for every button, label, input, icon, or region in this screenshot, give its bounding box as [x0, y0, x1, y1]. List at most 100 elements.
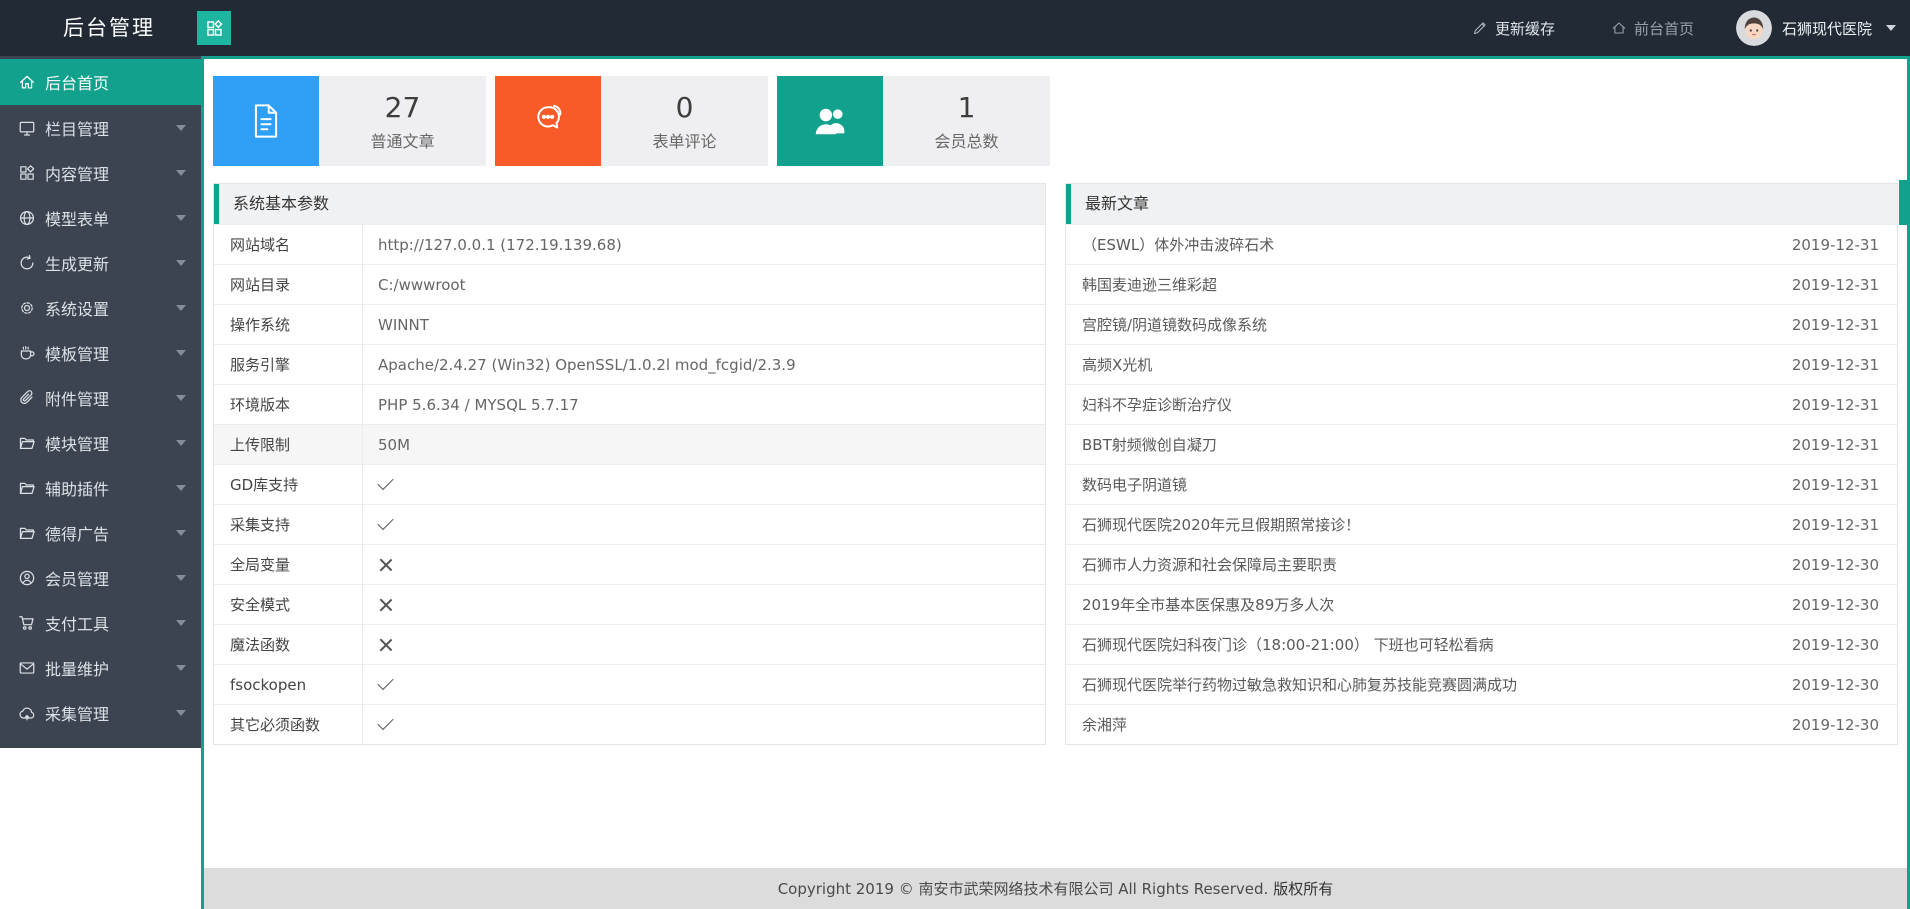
stat-card: 1会员总数	[777, 76, 1050, 166]
chevron-down-icon	[176, 440, 186, 446]
system-param-row: 服务引擎Apache/2.4.27 (Win32) OpenSSL/1.0.2l…	[214, 344, 1045, 384]
sidebar-item-label: 后台首页	[45, 70, 109, 94]
panels-row: 系统基本参数 网站域名http://127.0.0.1 (172.19.139.…	[213, 183, 1898, 745]
article-row[interactable]: （ESWL）体外冲击波碎石术 2019-12-31	[1066, 224, 1897, 264]
param-value	[363, 465, 1045, 504]
article-row[interactable]: 石狮现代医院2020年元旦假期照常接诊！2019-12-31	[1066, 504, 1897, 544]
sidebar-item-member[interactable]: 会员管理	[0, 555, 201, 600]
article-title: （ESWL）体外冲击波碎石术	[1082, 234, 1274, 255]
sidebar-item-label: 内容管理	[45, 161, 109, 185]
update-cache-label: 更新缓存	[1495, 18, 1555, 39]
article-date: 2019-12-30	[1792, 556, 1879, 574]
system-param-row: 其它必须函数	[214, 704, 1045, 744]
param-value	[363, 505, 1045, 544]
param-label: fsockopen	[214, 665, 363, 704]
param-label: GD库支持	[214, 465, 363, 504]
copyright-text: Copyright 2019 © 南安市武荣网络技术有限公司 All Right…	[778, 878, 1269, 899]
param-value: 50M	[363, 425, 1045, 464]
sidebar-item-label: 模块管理	[45, 431, 109, 455]
sidebar-item-module[interactable]: 模块管理	[0, 420, 201, 465]
sidebar-item-label: 德得广告	[45, 521, 109, 545]
article-date: 2019-12-31	[1792, 356, 1879, 374]
article-date: 2019-12-30	[1792, 716, 1879, 734]
chevron-down-icon	[1886, 25, 1896, 31]
sidebar-item-ad[interactable]: 德得广告	[0, 510, 201, 555]
rights-link[interactable]: 版权所有	[1273, 878, 1333, 899]
avatar	[1736, 10, 1772, 46]
users-icon	[777, 76, 883, 166]
param-value: C:/wwwroot	[363, 265, 1045, 304]
system-params-panel: 系统基本参数 网站域名http://127.0.0.1 (172.19.139.…	[213, 183, 1046, 745]
article-row[interactable]: 石狮市人力资源和社会保障局主要职责 2019-12-30	[1066, 544, 1897, 584]
sidebar-item-label: 栏目管理	[45, 116, 109, 140]
stat-cards-row: 27普通文章0表单评论1会员总数	[213, 76, 1907, 166]
article-title: 石狮现代医院2020年元旦假期照常接诊！	[1082, 514, 1360, 535]
sidebar-item-plugin[interactable]: 辅助插件	[0, 465, 201, 510]
system-param-row: 操作系统WINNT	[214, 304, 1045, 344]
sidebar-item-payment[interactable]: 支付工具	[0, 600, 201, 645]
check-icon	[377, 674, 393, 690]
cloud-icon	[18, 704, 36, 722]
chevron-down-icon	[176, 260, 186, 266]
system-param-row: 安全模式	[214, 584, 1045, 624]
top-header: 后台管理 更新缓存 前台首页	[0, 0, 1910, 56]
sidebar-item-batch[interactable]: 批量维护	[0, 645, 201, 690]
chevron-down-icon	[176, 170, 186, 176]
sidebar-item-column[interactable]: 栏目管理	[0, 105, 201, 150]
app-title: 后台管理	[63, 0, 155, 56]
article-row[interactable]: 妇科不孕症诊断治疗仪2019-12-31	[1066, 384, 1897, 424]
scrollbar-thumb[interactable]	[1899, 180, 1907, 225]
chevron-down-icon	[176, 710, 186, 716]
system-param-row: fsockopen	[214, 664, 1045, 704]
sidebar-item-generate[interactable]: 生成更新	[0, 240, 201, 285]
front-home-button[interactable]: 前台首页	[1611, 18, 1694, 39]
param-value	[363, 545, 1045, 584]
param-label: 操作系统	[214, 305, 363, 344]
param-label: 服务引擎	[214, 345, 363, 384]
article-row[interactable]: BBT射频微创自凝刀2019-12-31	[1066, 424, 1897, 464]
article-row[interactable]: 韩国麦迪逊三维彩超2019-12-31	[1066, 264, 1897, 304]
sidebar-item-template[interactable]: 模板管理	[0, 330, 201, 375]
article-row[interactable]: 2019年全市基本医保惠及89万多人次2019-12-30	[1066, 584, 1897, 624]
article-title: 石狮市人力资源和社会保障局主要职责	[1082, 554, 1337, 575]
system-param-row: 上传限制50M	[214, 424, 1045, 464]
sidebar-toggle-button[interactable]	[197, 11, 231, 45]
update-cache-button[interactable]: 更新缓存	[1472, 18, 1555, 39]
stat-label: 普通文章	[370, 128, 434, 152]
sidebar-item-label: 辅助插件	[45, 476, 109, 500]
article-row[interactable]: 石狮现代医院妇科夜门诊（18:00-21:00） 下班也可轻松看病2019-12…	[1066, 624, 1897, 664]
sidebar-item-content[interactable]: 内容管理	[0, 150, 201, 195]
article-title: BBT射频微创自凝刀	[1082, 434, 1217, 455]
article-date: 2019-12-31	[1792, 476, 1879, 494]
article-row[interactable]: 高频X光机2019-12-31	[1066, 344, 1897, 384]
article-row[interactable]: 石狮现代医院举行药物过敏急救知识和心肺复苏技能竞赛圆满成功 2019-12-30	[1066, 664, 1897, 704]
article-row[interactable]: 余湘萍2019-12-30	[1066, 704, 1897, 744]
param-value: http://127.0.0.1 (172.19.139.68)	[363, 225, 1045, 264]
article-date: 2019-12-30	[1792, 676, 1879, 694]
param-value: Apache/2.4.27 (Win32) OpenSSL/1.0.2l mod…	[363, 345, 1045, 384]
param-label: 魔法函数	[214, 625, 363, 664]
sidebar-item-system[interactable]: 系统设置	[0, 285, 201, 330]
latest-articles-list: （ESWL）体外冲击波碎石术2019-12-31韩国麦迪逊三维彩超2019-12…	[1066, 224, 1897, 744]
article-date: 2019-12-31	[1792, 236, 1879, 254]
article-row[interactable]: 宫腔镜/阴道镜数码成像系统2019-12-31	[1066, 304, 1897, 344]
sidebar-item-label: 模板管理	[45, 341, 109, 365]
article-title: 石狮现代医院举行药物过敏急救知识和心肺复苏技能竞赛圆满成功	[1082, 674, 1517, 695]
article-row[interactable]: 数码电子阴道镜2019-12-31	[1066, 464, 1897, 504]
user-menu[interactable]: 石狮现代医院	[1736, 10, 1896, 46]
home-icon	[1611, 20, 1627, 36]
article-date: 2019-12-31	[1792, 276, 1879, 294]
sidebar-item-label: 附件管理	[45, 386, 109, 410]
system-param-row: GD库支持	[214, 464, 1045, 504]
param-label: 上传限制	[214, 425, 363, 464]
sidebar-item-home[interactable]: 后台首页	[0, 59, 201, 105]
cross-icon	[378, 598, 392, 612]
check-icon	[377, 714, 393, 730]
stat-card: 0表单评论	[495, 76, 768, 166]
sidebar-item-label: 采集管理	[45, 701, 109, 725]
system-params-title: 系统基本参数	[214, 184, 1045, 224]
sidebar-item-model-form[interactable]: 模型表单	[0, 195, 201, 240]
sidebar-item-attachment[interactable]: 附件管理	[0, 375, 201, 420]
sidebar-item-collect[interactable]: 采集管理	[0, 690, 201, 735]
param-value	[363, 705, 1045, 744]
